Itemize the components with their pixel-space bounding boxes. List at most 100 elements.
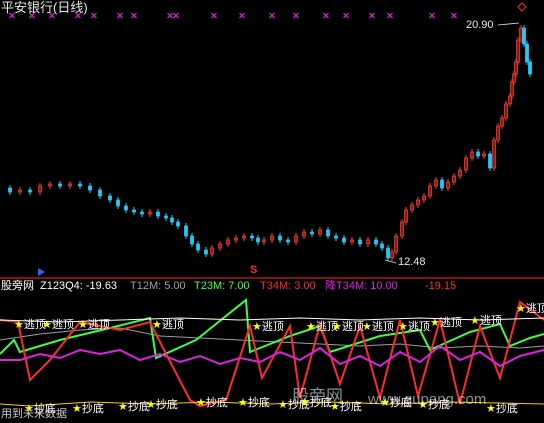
candle-body bbox=[250, 235, 254, 239]
buy-bottom-signal: ★抄底 bbox=[72, 400, 104, 416]
indicator-readout: 股旁网 Z123Q4: -19.63 T12M: 5.00 T23M: 7.00… bbox=[0, 281, 544, 294]
x-mark-icon bbox=[131, 12, 137, 19]
stock-chart-window: 平安银行(日线) 20.90 12.48 S 股旁网 Z123Q4: -19.6… bbox=[0, 0, 544, 423]
escape-top-signal: ★逃顶 bbox=[78, 316, 110, 332]
candle-body bbox=[386, 247, 390, 259]
diamond-icon bbox=[517, 2, 527, 12]
candle-body bbox=[278, 235, 282, 241]
star-icon: ★ bbox=[196, 396, 206, 409]
x-mark-icon bbox=[451, 12, 457, 19]
readout-t34: T34M: 3.00 bbox=[260, 280, 316, 292]
signal-text: 抄底 bbox=[205, 397, 228, 409]
escape-top-signal: ★逃顶 bbox=[332, 318, 364, 334]
signal-text: 逃顶 bbox=[371, 321, 394, 333]
star-icon: ★ bbox=[398, 320, 408, 333]
candle-body bbox=[140, 211, 144, 215]
signal-text: 逃顶 bbox=[439, 317, 462, 329]
candle-body bbox=[88, 185, 92, 191]
line-jiang bbox=[0, 344, 544, 368]
low-price-marker: 12.48 bbox=[398, 256, 426, 268]
readout-z: Z123Q4: -19.63 bbox=[40, 280, 118, 292]
candle-body bbox=[78, 183, 82, 187]
chart-title: 平安银行(日线) bbox=[1, 0, 88, 15]
signal-text: 抄底 bbox=[81, 403, 104, 415]
readout-t23: T23M: 7.00 bbox=[194, 280, 250, 292]
candle-body bbox=[196, 243, 200, 251]
candle-body bbox=[164, 215, 168, 219]
x-mark-icon bbox=[269, 12, 275, 19]
high-price-marker: 20.90 bbox=[466, 19, 494, 31]
candle-body bbox=[28, 189, 32, 193]
buy-bottom-signal: ★抄底 bbox=[196, 394, 228, 410]
escape-top-signal: ★逃顶 bbox=[398, 318, 430, 334]
low-pointer-line bbox=[384, 259, 397, 264]
readout-jiang: 降T34M: 10.00 bbox=[325, 280, 398, 292]
star-icon: ★ bbox=[42, 318, 52, 331]
x-mark-icon bbox=[117, 12, 123, 19]
escape-top-signal: ★逃顶 bbox=[152, 316, 184, 332]
candle-body bbox=[98, 189, 102, 197]
signal-text: 抄底 bbox=[495, 403, 518, 415]
s-signal-marker: S bbox=[250, 264, 258, 276]
candle-body bbox=[116, 199, 120, 207]
signal-text: 逃顶 bbox=[407, 321, 430, 333]
star-icon: ★ bbox=[78, 318, 88, 331]
candle-body bbox=[190, 235, 194, 245]
star-icon: ★ bbox=[146, 398, 156, 411]
star-icon: ★ bbox=[332, 320, 342, 333]
x-mark-icon bbox=[323, 12, 329, 19]
candle-body bbox=[176, 221, 180, 227]
buy-bottom-signal: ★抄底 bbox=[146, 396, 178, 412]
indicator-source-name: 股旁网 bbox=[1, 280, 34, 292]
footer-note: 用到未来数据 bbox=[1, 408, 67, 420]
buy-bottom-signal: ★抄底 bbox=[238, 394, 270, 410]
star-icon: ★ bbox=[152, 318, 162, 331]
star-icon: ★ bbox=[516, 302, 526, 315]
candle-body bbox=[184, 225, 188, 237]
readout-t12: T12M: 5.00 bbox=[130, 280, 186, 292]
signal-text: 逃顶 bbox=[525, 303, 544, 315]
escape-top-signal: ★逃顶 bbox=[430, 314, 462, 330]
x-mark-icon bbox=[211, 12, 217, 19]
candle-body bbox=[440, 179, 444, 189]
candle-body bbox=[310, 231, 314, 235]
candle-body bbox=[476, 151, 480, 157]
candle-body bbox=[528, 61, 532, 75]
signal-text: 逃顶 bbox=[261, 321, 284, 333]
star-icon: ★ bbox=[430, 316, 440, 329]
candle-body bbox=[342, 237, 346, 243]
star-icon: ★ bbox=[306, 320, 316, 333]
signal-text: 逃顶 bbox=[161, 319, 184, 331]
candle-body bbox=[380, 243, 384, 249]
candle-body bbox=[124, 205, 128, 211]
star-icon: ★ bbox=[252, 320, 262, 333]
readout-last: -19.15 bbox=[425, 280, 457, 292]
candle-body bbox=[256, 237, 260, 243]
candle-body bbox=[58, 183, 62, 187]
x-mark-icon bbox=[239, 12, 245, 19]
signal-text: 抄底 bbox=[247, 397, 270, 409]
candle-body bbox=[326, 229, 330, 237]
star-icon: ★ bbox=[486, 402, 496, 415]
star-icon: ★ bbox=[72, 402, 82, 415]
signal-text: 逃顶 bbox=[341, 321, 364, 333]
candle-body bbox=[522, 27, 526, 45]
star-icon: ★ bbox=[238, 396, 248, 409]
signal-text: 抄底 bbox=[155, 399, 178, 411]
watermark-url: www.gupang.com bbox=[368, 391, 487, 408]
escape-top-signal: ★逃顶 bbox=[42, 316, 74, 332]
star-icon: ★ bbox=[14, 318, 24, 331]
candlestick-chart[interactable] bbox=[0, 0, 544, 423]
signal-text: 逃顶 bbox=[479, 315, 502, 327]
x-mark-icon bbox=[293, 12, 299, 19]
candle-body bbox=[334, 235, 338, 239]
x-mark-icon bbox=[173, 12, 179, 19]
x-mark-icon bbox=[387, 12, 393, 19]
escape-top-signal: ★逃顶 bbox=[516, 300, 544, 316]
candle-body bbox=[156, 211, 160, 217]
buy-bottom-signal: ★抄底 bbox=[486, 400, 518, 416]
star-icon: ★ bbox=[362, 320, 372, 333]
escape-top-signal: ★逃顶 bbox=[252, 318, 284, 334]
play-triangle-icon[interactable] bbox=[38, 268, 45, 276]
candle-body bbox=[204, 249, 208, 255]
